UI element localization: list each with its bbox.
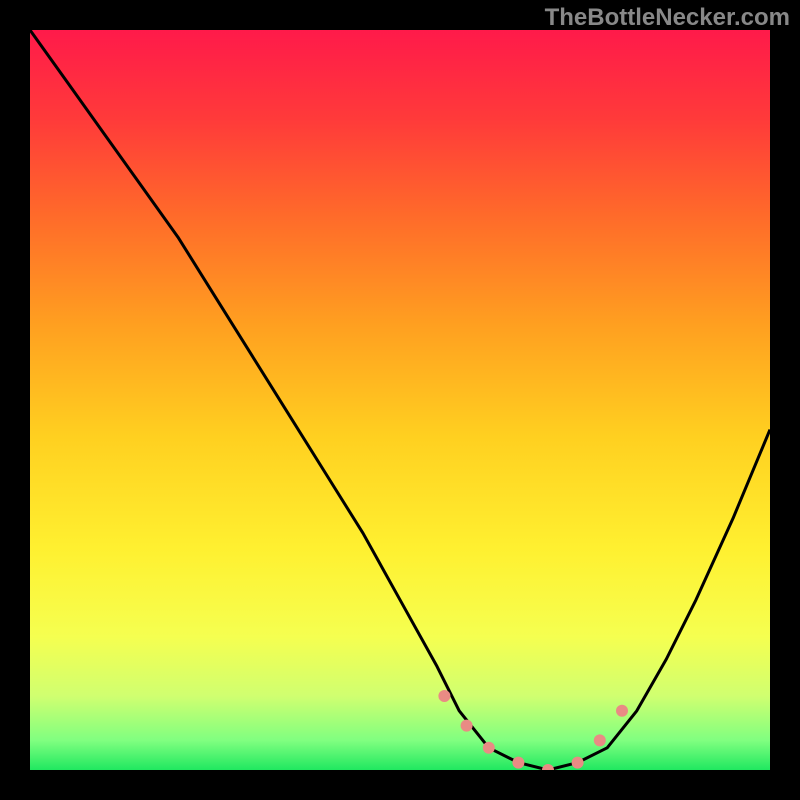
- highlight-dot: [461, 720, 473, 732]
- highlight-dot: [616, 705, 628, 717]
- chart-container: TheBottleNecker.com: [0, 0, 800, 800]
- highlight-dot: [594, 734, 606, 746]
- plot-area: [30, 30, 770, 770]
- watermark-text: TheBottleNecker.com: [545, 4, 790, 32]
- highlight-dot: [483, 742, 495, 754]
- gradient-background: [30, 30, 770, 770]
- highlight-dot: [572, 757, 584, 769]
- chart-svg: [30, 30, 770, 770]
- highlight-dot: [512, 757, 524, 769]
- highlight-dot: [438, 690, 450, 702]
